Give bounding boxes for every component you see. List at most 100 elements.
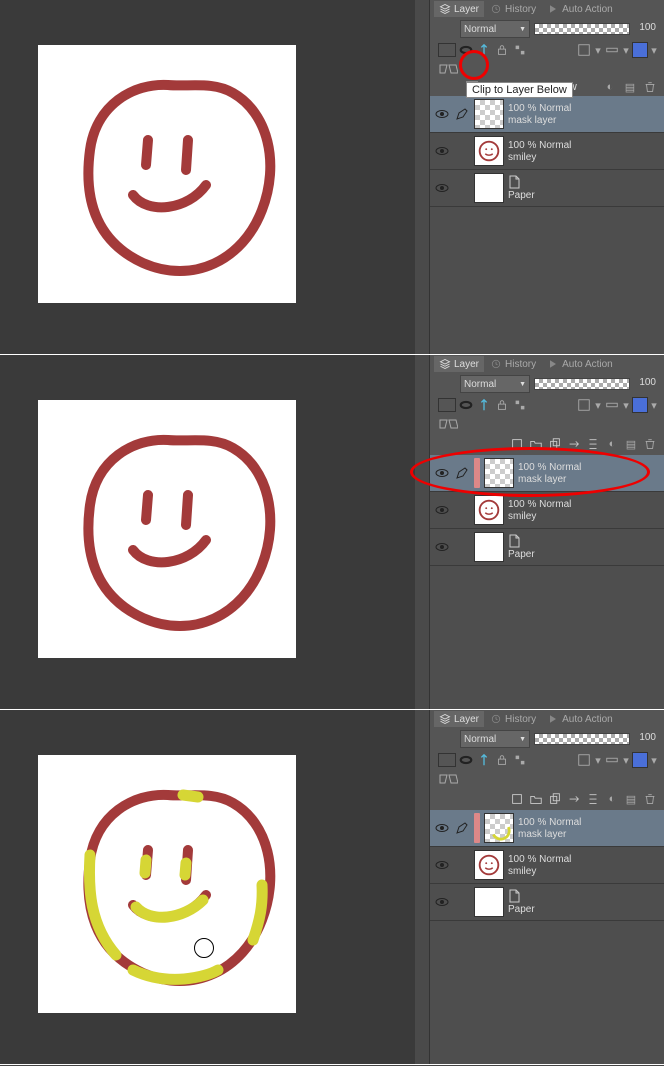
ref-layer-icon[interactable] xyxy=(438,753,456,767)
tab-auto-action[interactable]: Auto Action xyxy=(542,1,618,17)
layer-paper[interactable]: Paper xyxy=(430,170,664,207)
eye-icon[interactable] xyxy=(434,106,450,122)
two-pane-toggle[interactable] xyxy=(438,771,458,787)
more2-icon[interactable]: ▤ xyxy=(623,791,639,807)
layer-thumbnail[interactable] xyxy=(474,136,504,166)
show-palette-icon[interactable]: ◐ xyxy=(602,79,618,95)
pen-icon[interactable] xyxy=(454,820,470,836)
eye-icon[interactable] xyxy=(434,180,450,196)
layer-color-swatch[interactable] xyxy=(632,42,648,58)
marker-icon[interactable] xyxy=(476,752,492,768)
clip-mask-icon[interactable] xyxy=(458,397,474,413)
eye-icon[interactable] xyxy=(434,465,450,481)
color-dropdown[interactable]: ▾ xyxy=(650,397,658,413)
opacity-slider[interactable] xyxy=(534,733,630,745)
layer-smiley[interactable]: 100 % Normal smiley xyxy=(430,847,664,884)
trash-icon[interactable] xyxy=(642,436,658,452)
color-dropdown[interactable]: ▾ xyxy=(650,752,658,768)
duplicate-icon[interactable] xyxy=(547,436,563,452)
layer-thumbnail[interactable] xyxy=(474,887,504,917)
new-layer-icon[interactable] xyxy=(509,436,525,452)
layer-smiley[interactable]: 100 % Normal smiley xyxy=(430,133,664,170)
clip-mask-icon[interactable] xyxy=(458,42,474,58)
layer-mask-layer[interactable]: 100 % Normal mask layer xyxy=(430,455,664,492)
ref-layer-icon[interactable] xyxy=(438,43,456,57)
layer-mask-layer[interactable]: 100 % Normal mask layer xyxy=(430,96,664,133)
duplicate-icon[interactable] xyxy=(547,791,563,807)
mask-dropdown[interactable]: ▾ xyxy=(594,42,602,58)
layer-thumbnail[interactable] xyxy=(474,99,504,129)
layer-paper[interactable]: Paper xyxy=(430,884,664,921)
lock-icon[interactable] xyxy=(494,397,510,413)
tab-history[interactable]: History xyxy=(485,1,541,17)
mask-a-icon[interactable] xyxy=(576,752,592,768)
more-icon[interactable]: ▤ xyxy=(622,79,638,95)
opacity-slider[interactable] xyxy=(534,378,630,390)
mask-a-icon[interactable] xyxy=(576,42,592,58)
layer-color-swatch[interactable] xyxy=(632,397,648,413)
eye-icon[interactable] xyxy=(434,502,450,518)
ruler-icon[interactable] xyxy=(604,752,620,768)
merge-icon[interactable] xyxy=(585,436,601,452)
tab-layer[interactable]: Layer xyxy=(434,1,484,17)
misc-icon[interactable]: ◐ xyxy=(604,791,620,807)
lock-pixel-icon[interactable] xyxy=(512,397,528,413)
new-folder-icon[interactable] xyxy=(528,791,544,807)
ruler-dropdown[interactable]: ▾ xyxy=(622,752,630,768)
layer-thumbnail[interactable] xyxy=(474,532,504,562)
mask-a-icon[interactable] xyxy=(576,397,592,413)
opacity-value[interactable]: 100 xyxy=(634,376,658,392)
ruler-dropdown[interactable]: ▾ xyxy=(622,397,630,413)
transfer-icon[interactable] xyxy=(566,436,582,452)
panel-side-tabs[interactable] xyxy=(415,355,430,709)
panel-side-tabs[interactable] xyxy=(415,0,430,354)
merge-icon[interactable] xyxy=(585,791,601,807)
misc-icon[interactable]: ◐ xyxy=(604,436,620,452)
opacity-value[interactable]: 100 xyxy=(634,21,658,37)
layer-mask-layer[interactable]: 100 % Normal mask layer xyxy=(430,810,664,847)
tab-auto-action[interactable]: Auto Action xyxy=(542,356,618,372)
eye-icon[interactable] xyxy=(434,857,450,873)
ref-layer-icon[interactable] xyxy=(438,398,456,412)
layer-thumbnail[interactable] xyxy=(474,173,504,203)
canvas[interactable] xyxy=(38,400,296,658)
eye-icon[interactable] xyxy=(434,539,450,555)
eye-icon[interactable] xyxy=(434,143,450,159)
tab-layer[interactable]: Layer xyxy=(434,356,484,372)
blend-mode-select[interactable]: Normal ▼ xyxy=(460,375,530,393)
panel-side-tabs[interactable] xyxy=(415,710,430,1064)
new-folder-icon[interactable] xyxy=(528,436,544,452)
tab-auto-action[interactable]: Auto Action xyxy=(542,711,618,727)
layer-smiley[interactable]: 100 % Normal smiley xyxy=(430,492,664,529)
trash-icon[interactable] xyxy=(642,79,658,95)
trash-icon[interactable] xyxy=(642,791,658,807)
color-dropdown[interactable]: ▾ xyxy=(650,42,658,58)
ruler-icon[interactable] xyxy=(604,42,620,58)
layer-thumbnail[interactable] xyxy=(474,495,504,525)
two-pane-toggle[interactable] xyxy=(438,416,458,432)
pen-icon[interactable] xyxy=(454,106,470,122)
lock-icon[interactable] xyxy=(494,42,510,58)
eye-icon[interactable] xyxy=(434,820,450,836)
opacity-slider[interactable] xyxy=(534,23,630,35)
clip-mask-icon[interactable] xyxy=(458,752,474,768)
tab-layer[interactable]: Layer xyxy=(434,711,484,727)
two-pane-toggle[interactable] xyxy=(438,61,458,77)
more2-icon[interactable]: ▤ xyxy=(623,436,639,452)
layer-thumbnail[interactable] xyxy=(484,458,514,488)
layer-color-swatch[interactable] xyxy=(632,752,648,768)
layer-thumbnail[interactable] xyxy=(474,850,504,880)
tab-history[interactable]: History xyxy=(485,711,541,727)
ruler-dropdown[interactable]: ▾ xyxy=(622,42,630,58)
tab-history[interactable]: History xyxy=(485,356,541,372)
canvas[interactable] xyxy=(38,755,296,1013)
lock-pixel-icon[interactable] xyxy=(512,42,528,58)
opacity-value[interactable]: 100 xyxy=(634,731,658,747)
marker-icon[interactable] xyxy=(476,397,492,413)
lock-icon[interactable] xyxy=(494,752,510,768)
transfer-icon[interactable] xyxy=(566,791,582,807)
pen-icon[interactable] xyxy=(454,465,470,481)
canvas[interactable] xyxy=(38,45,296,303)
mask-dropdown[interactable]: ▾ xyxy=(594,397,602,413)
blend-mode-select[interactable]: Normal ▼ xyxy=(460,730,530,748)
